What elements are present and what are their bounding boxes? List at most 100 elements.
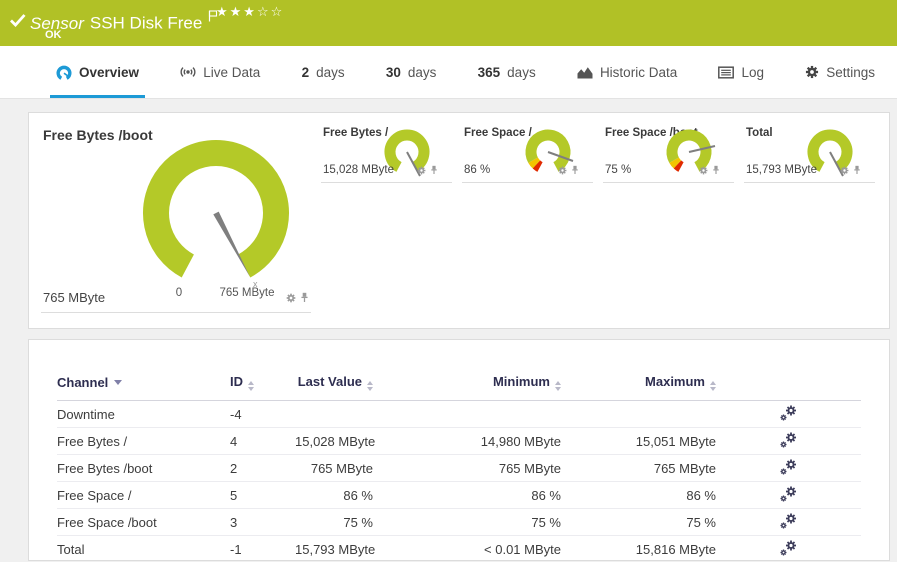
channel-settings-gears-icon[interactable] xyxy=(780,517,797,532)
gauge-value: 765 MByte xyxy=(43,290,106,305)
tab-bar: Overview Live Data 2 days 30 days 365 da… xyxy=(0,46,897,99)
channel-name: Downtime xyxy=(57,400,230,428)
channel-settings-gears-icon[interactable] xyxy=(780,436,797,451)
channel-minimum: < 0.01 MByte xyxy=(373,535,561,562)
channel-maximum xyxy=(561,400,716,428)
settings-gear-icon xyxy=(805,65,819,79)
channel-settings-gears-icon[interactable] xyxy=(780,463,797,478)
channel-minimum: 86 % xyxy=(373,481,561,509)
log-list-icon xyxy=(718,66,734,79)
channel-last-value: 15,028 MByte xyxy=(295,427,375,455)
primary-gauge-free-bytes-boot: Free Bytes /boot x 0 765 MByte 765 MByte xyxy=(41,125,311,313)
channel-name: Free Bytes /boot xyxy=(57,454,230,482)
tab-2-days[interactable]: 2 days xyxy=(296,46,351,98)
channel-last-value: 15,793 MByte xyxy=(295,535,375,562)
column-header-channel[interactable]: Channel xyxy=(57,374,230,401)
tab-label: Live Data xyxy=(203,64,261,80)
table-row: Free Bytes /boot 2 765 MByte 765 MByte 7… xyxy=(57,454,861,482)
tab-label: days xyxy=(407,64,437,80)
gauge-pin-icon[interactable] xyxy=(571,162,579,180)
channel-maximum: 75 % xyxy=(561,508,716,536)
gauge-dial: x 0 765 MByte xyxy=(143,140,289,299)
gauge-scale-max: 765 MByte xyxy=(220,287,275,299)
tab-number: 2 xyxy=(301,64,310,80)
sensor-title: SSH Disk Free xyxy=(89,13,203,33)
mini-gauge-total: Total 15,793 MByte xyxy=(744,125,875,183)
table-row: Free Space / 5 86 % 86 % 86 % xyxy=(57,481,861,509)
gauge-scale-min: 0 xyxy=(176,287,182,299)
channel-id: -1 xyxy=(230,535,295,562)
tab-label: days xyxy=(507,64,536,80)
channel-name: Free Space / xyxy=(57,481,230,509)
gauge-icon xyxy=(56,65,72,80)
sort-icon xyxy=(367,381,373,391)
tab-number: 365 xyxy=(477,64,501,80)
table-row: Total -1 15,793 MByte < 0.01 MByte 15,81… xyxy=(57,535,861,562)
table-row: Downtime -4 xyxy=(57,400,861,428)
gauge-settings-gear-icon[interactable] xyxy=(417,162,426,180)
channel-minimum xyxy=(373,400,561,428)
mini-gauges-row: Free Bytes / 15,028 MByte Free Space / 8… xyxy=(311,125,875,328)
column-header-last-value[interactable]: Last Value xyxy=(295,374,373,401)
tab-live-data[interactable]: Live Data xyxy=(174,46,266,98)
gauge-value: 86 % xyxy=(464,164,491,176)
column-header-actions xyxy=(716,374,861,401)
channel-id: 2 xyxy=(230,454,295,482)
channel-minimum: 75 % xyxy=(373,508,561,536)
gauge-value: 75 % xyxy=(605,164,632,176)
column-header-minimum[interactable]: Minimum xyxy=(373,374,561,401)
channel-maximum: 86 % xyxy=(561,481,716,509)
channel-id: 4 xyxy=(230,427,295,455)
gauge-settings-gear-icon[interactable] xyxy=(699,162,708,180)
tab-label: Log xyxy=(741,64,764,80)
gauges-panel: Free Bytes /boot x 0 765 MByte 765 MByte… xyxy=(28,112,890,329)
channel-maximum: 765 MByte xyxy=(561,454,716,482)
column-header-maximum[interactable]: Maximum xyxy=(561,374,716,401)
gauge-pin-icon[interactable] xyxy=(853,162,861,180)
channel-last-value: 765 MByte xyxy=(295,454,373,482)
table-row: Free Space /boot 3 75 % 75 % 75 % xyxy=(57,508,861,536)
column-header-id[interactable]: ID xyxy=(230,374,295,401)
channel-settings-gears-icon[interactable] xyxy=(780,544,797,559)
channel-id: -4 xyxy=(230,400,295,428)
status-badge: OK xyxy=(45,29,62,41)
tab-historic-data[interactable]: Historic Data xyxy=(571,46,683,98)
mini-gauge-free-space-boot: Free Space /boot 75 % xyxy=(603,125,734,183)
gauge-pin-icon[interactable] xyxy=(430,162,438,180)
table-header-row: Channel ID Last Value Minimum Maximum xyxy=(57,374,861,401)
channels-table: Channel ID Last Value Minimum Maximum Do… xyxy=(57,374,861,562)
channel-settings-gears-icon[interactable] xyxy=(780,409,797,424)
sort-icon xyxy=(555,381,561,391)
gauge-title: Total xyxy=(746,127,773,139)
channel-minimum: 765 MByte xyxy=(373,454,561,482)
tab-30-days[interactable]: 30 days xyxy=(380,46,443,98)
tab-label: Settings xyxy=(826,64,875,80)
channel-name: Total xyxy=(57,535,230,562)
gauge-settings-gear-icon[interactable] xyxy=(840,162,849,180)
tab-log[interactable]: Log xyxy=(712,46,770,98)
channel-maximum: 15,816 MByte xyxy=(561,535,716,562)
gauge-settings-gear-icon[interactable] xyxy=(286,290,296,308)
channel-minimum: 14,980 MByte xyxy=(373,427,561,455)
channel-settings-gears-icon[interactable] xyxy=(780,490,797,505)
sensor-header: Sensor SSH Disk Free ★★★☆☆ OK xyxy=(0,0,897,46)
tab-settings[interactable]: Settings xyxy=(799,46,881,98)
gauge-pin-icon[interactable] xyxy=(712,162,720,180)
gauge-pin-icon[interactable] xyxy=(300,290,309,308)
sort-icon xyxy=(710,381,716,391)
channels-panel: Channel ID Last Value Minimum Maximum Do… xyxy=(28,339,890,562)
tab-365-days[interactable]: 365 days xyxy=(472,46,542,98)
mini-gauge-free-space-root: Free Space / 86 % xyxy=(462,125,593,183)
gauge-title: Free Bytes / xyxy=(323,127,389,139)
tab-label: days xyxy=(316,64,345,80)
channel-last-value: 75 % xyxy=(295,508,373,536)
table-row: Free Bytes / 4 15,028 MByte 14,980 MByte… xyxy=(57,427,861,455)
sort-descending-icon xyxy=(114,380,123,385)
tab-overview[interactable]: Overview xyxy=(50,46,146,98)
area-chart-icon xyxy=(577,66,593,79)
gauge-settings-gear-icon[interactable] xyxy=(558,162,567,180)
priority-stars[interactable]: ★★★☆☆ xyxy=(216,5,284,20)
channel-last-value: 86 % xyxy=(295,481,373,509)
tab-label: Historic Data xyxy=(599,64,678,80)
channel-last-value xyxy=(295,400,373,428)
